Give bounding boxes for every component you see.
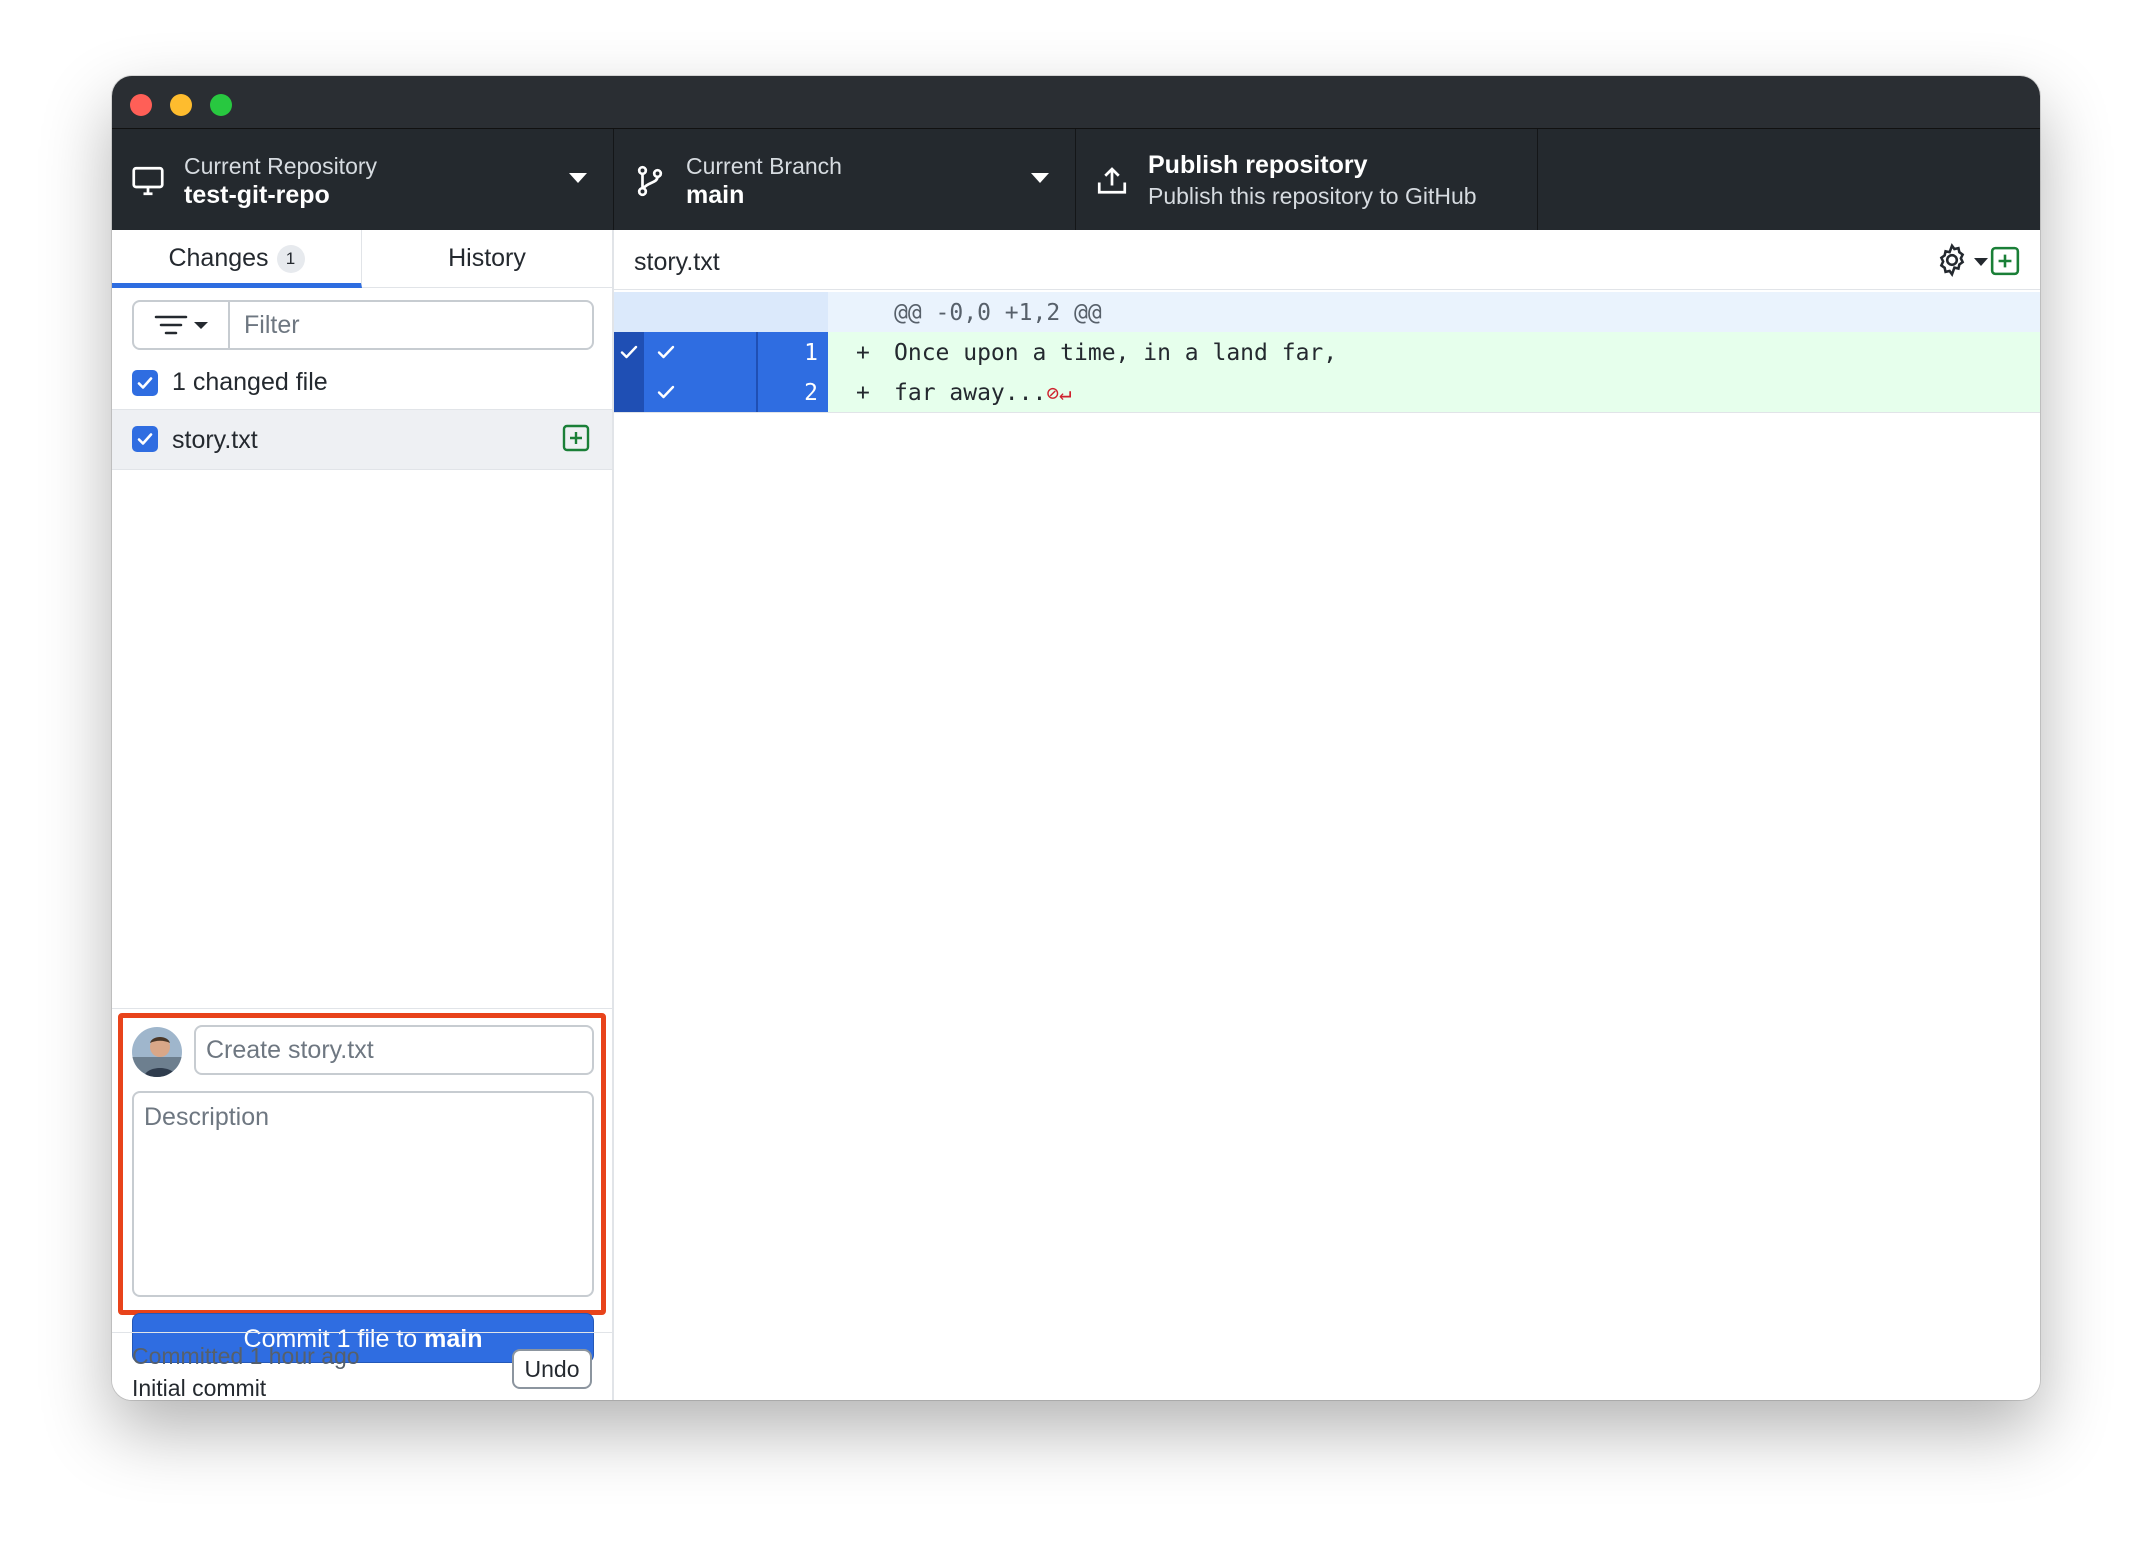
diff-divider (614, 412, 2040, 413)
line-prefix: + (856, 380, 870, 406)
desktop-icon (132, 166, 164, 196)
hunk-select-handle[interactable] (614, 372, 644, 412)
diff-file-header: story.txt (614, 230, 2040, 290)
last-commit-panel: Committed 1 hour ago Initial commit Undo (112, 1332, 612, 1400)
chevron-down-icon (569, 173, 587, 183)
chevron-down-icon (1974, 258, 1988, 266)
check-icon (657, 385, 675, 399)
no-newline-icon: ⊘↵ (1046, 381, 1072, 405)
publish-title: Publish repository (1148, 151, 1368, 179)
hunk-select-handle[interactable] (614, 332, 644, 372)
changes-count-badge: 1 (276, 245, 305, 273)
hunk-header-row: @@ -0,0 +1,2 @@ (614, 292, 2040, 332)
filter-bar (132, 300, 594, 350)
check-icon (137, 433, 153, 445)
gutter-divider (756, 332, 758, 372)
close-window-button[interactable] (130, 94, 152, 116)
repository-label: Current Repository (184, 153, 378, 179)
diff-panel: story.txt @@ -0,0 +1,2 @@ 1 + Once upon … (614, 230, 2040, 1400)
upload-icon (1097, 167, 1127, 194)
diff-file-name: story.txt (634, 248, 720, 276)
line-text: Once upon a time, in a land far, (894, 340, 1338, 366)
diff-line[interactable]: 2 + far away...⊘↵ (614, 372, 2040, 412)
repository-name: test-git-repo (184, 181, 330, 209)
title-bar (112, 76, 2040, 128)
sidebar-tabs: Changes 1 History (112, 230, 612, 288)
avatar (132, 1027, 182, 1077)
branch-icon (637, 165, 663, 197)
commit-description-input[interactable] (132, 1091, 594, 1297)
undo-button[interactable]: Undo (512, 1349, 592, 1389)
minimize-window-button[interactable] (170, 94, 192, 116)
select-all-checkbox[interactable] (132, 370, 158, 396)
gutter-divider (756, 372, 758, 412)
filter-icon (154, 315, 208, 335)
hunk-header: @@ -0,0 +1,2 @@ (894, 300, 1102, 326)
check-icon (657, 345, 675, 359)
last-commit-time: Committed 1 hour ago (132, 1343, 360, 1369)
tab-history-label: History (448, 244, 526, 272)
tab-changes[interactable]: Changes 1 (112, 230, 362, 288)
file-name: story.txt (172, 426, 258, 454)
select-all-row: 1 changed file (112, 356, 612, 410)
changed-files-label: 1 changed file (172, 368, 328, 396)
publish-repository-button[interactable]: Publish repository Publish this reposito… (1076, 129, 1538, 231)
current-branch-button[interactable]: Current Branch main (614, 129, 1076, 231)
last-commit-message: Initial commit (132, 1375, 267, 1400)
commit-summary-input[interactable] (194, 1025, 594, 1075)
line-text-wrapper: far away...⊘↵ (894, 380, 1072, 406)
line-number: 2 (804, 380, 818, 406)
filter-options-button[interactable] (134, 302, 230, 348)
line-text: far away... (894, 380, 1047, 406)
line-number: 1 (804, 340, 818, 366)
chevron-down-icon (1031, 173, 1049, 183)
file-added-icon (1990, 246, 2020, 276)
hunk-gutter (614, 292, 828, 332)
line-prefix: + (856, 340, 870, 366)
gear-icon[interactable] (1934, 242, 1970, 278)
tab-changes-label: Changes (168, 244, 269, 272)
sidebar: Changes1 History 1 changed file (112, 230, 614, 1400)
file-checkbox[interactable] (132, 426, 158, 452)
tab-history[interactable]: History (362, 230, 612, 288)
check-icon (620, 345, 638, 359)
toolbar: Current Repository test-git-repo Current… (112, 128, 2040, 231)
publish-subtitle: Publish this repository to GitHub (1148, 183, 1477, 209)
branch-name: main (686, 181, 745, 209)
file-list-item[interactable]: story.txt (112, 410, 612, 470)
file-added-icon (562, 424, 590, 452)
diff-line[interactable]: 1 + Once upon a time, in a land far, (614, 332, 2040, 372)
zoom-window-button[interactable] (210, 94, 232, 116)
current-repository-button[interactable]: Current Repository test-git-repo (112, 129, 614, 231)
filter-input[interactable] (232, 302, 592, 348)
app-window: Current Repository test-git-repo Current… (112, 76, 2040, 1400)
branch-label: Current Branch (686, 153, 842, 179)
check-icon (137, 377, 153, 389)
